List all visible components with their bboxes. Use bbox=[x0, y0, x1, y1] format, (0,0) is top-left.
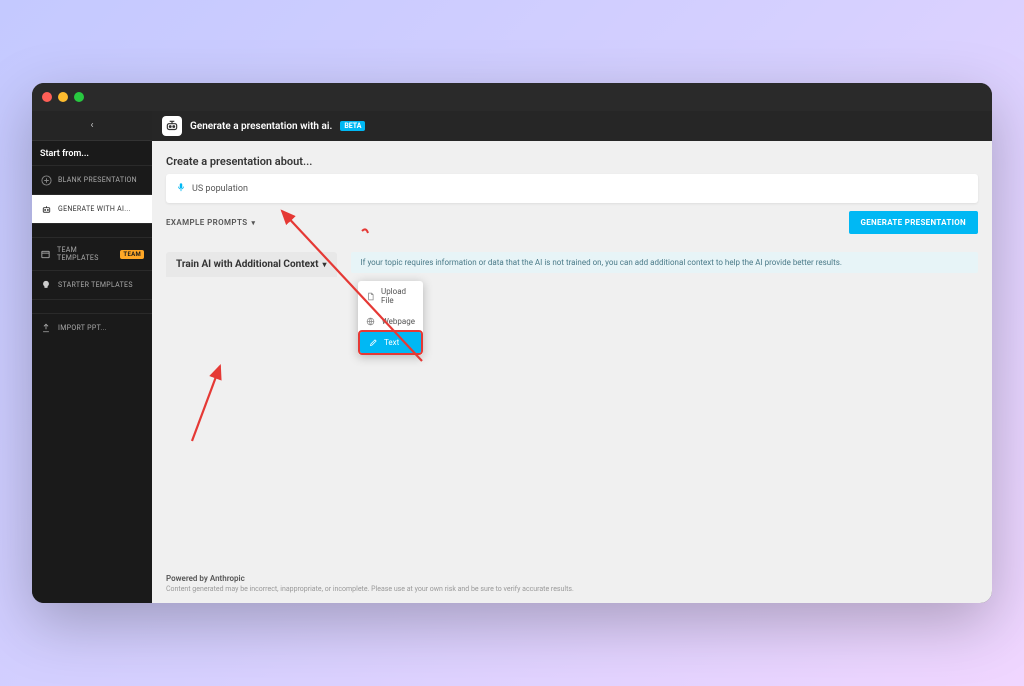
menu-item-label: Webpage bbox=[382, 317, 415, 326]
train-ai-hint: If your topic requires information or da… bbox=[351, 252, 979, 273]
robot-icon bbox=[162, 116, 182, 136]
window-titlebar bbox=[32, 83, 992, 111]
menu-item-upload-file[interactable]: Upload File bbox=[358, 281, 423, 311]
menu-item-webpage[interactable]: Webpage bbox=[358, 311, 423, 332]
back-button[interactable]: ‹ bbox=[32, 111, 152, 141]
prompt-input[interactable] bbox=[192, 184, 968, 194]
sidebar-item-generate-with-ai[interactable]: GENERATE WITH AI... bbox=[32, 194, 152, 223]
chevron-left-icon: ‹ bbox=[90, 120, 93, 131]
main-panel: Generate a presentation with ai. BETA Cr… bbox=[152, 111, 992, 603]
sidebar-item-team-templates[interactable]: TEAM TEMPLATES TEAM bbox=[32, 237, 152, 270]
footer: Powered by Anthropic Content generated m… bbox=[152, 568, 992, 603]
train-ai-menu: Upload File Webpage Text bbox=[358, 281, 423, 355]
app-window: ‹ Start from... BLANK PRESENTATION GENER… bbox=[32, 83, 992, 603]
sidebar-item-label: TEAM TEMPLATES bbox=[57, 246, 114, 262]
example-prompts-dropdown[interactable]: EXAMPLE PROMPTS ▾ bbox=[166, 218, 255, 227]
sidebar: ‹ Start from... BLANK PRESENTATION GENER… bbox=[32, 111, 152, 603]
menu-item-label: Text bbox=[384, 338, 399, 347]
create-label: Create a presentation about... bbox=[166, 155, 978, 168]
sidebar-item-label: GENERATE WITH AI... bbox=[58, 205, 131, 213]
window-minimize-icon[interactable] bbox=[58, 92, 68, 102]
content-area: Create a presentation about... EXAMPLE P… bbox=[152, 141, 992, 568]
sidebar-item-label: BLANK PRESENTATION bbox=[58, 176, 137, 184]
window-zoom-icon[interactable] bbox=[74, 92, 84, 102]
team-badge: TEAM bbox=[120, 250, 144, 259]
lightbulb-icon bbox=[40, 279, 52, 291]
sidebar-item-blank-presentation[interactable]: BLANK PRESENTATION bbox=[32, 165, 152, 194]
globe-icon bbox=[366, 317, 376, 326]
microphone-icon[interactable] bbox=[176, 182, 186, 195]
pencil-icon bbox=[368, 338, 378, 347]
main-header: Generate a presentation with ai. BETA bbox=[152, 111, 992, 141]
powered-by-label: Powered by Anthropic bbox=[166, 574, 978, 583]
prompt-input-container[interactable] bbox=[166, 174, 978, 203]
chevron-down-icon: ▾ bbox=[322, 260, 326, 269]
menu-item-label: Upload File bbox=[381, 287, 415, 305]
beta-badge: BETA bbox=[340, 121, 365, 131]
file-icon bbox=[366, 292, 375, 301]
sidebar-item-import-ppt[interactable]: IMPORT PPT... bbox=[32, 313, 152, 342]
sidebar-item-starter-templates[interactable]: STARTER TEMPLATES bbox=[32, 270, 152, 299]
window-close-icon[interactable] bbox=[42, 92, 52, 102]
sidebar-section-label: Start from... bbox=[32, 141, 152, 165]
sidebar-item-label: IMPORT PPT... bbox=[58, 324, 107, 332]
sidebar-item-label: STARTER TEMPLATES bbox=[58, 281, 133, 289]
chevron-down-icon: ▾ bbox=[251, 219, 255, 227]
train-ai-dropdown[interactable]: Train AI with Additional Context ▾ bbox=[166, 252, 337, 277]
upload-icon bbox=[40, 322, 52, 334]
menu-item-text[interactable]: Text bbox=[360, 332, 421, 353]
example-prompts-label: EXAMPLE PROMPTS bbox=[166, 218, 247, 227]
page-title: Generate a presentation with ai. bbox=[190, 121, 332, 132]
train-ai-label: Train AI with Additional Context bbox=[176, 259, 318, 270]
generate-presentation-button[interactable]: GENERATE PRESENTATION bbox=[849, 211, 979, 234]
disclaimer-text: Content generated may be incorrect, inap… bbox=[166, 585, 978, 593]
team-icon bbox=[40, 248, 51, 260]
robot-icon bbox=[40, 203, 52, 215]
plus-circle-icon bbox=[40, 174, 52, 186]
